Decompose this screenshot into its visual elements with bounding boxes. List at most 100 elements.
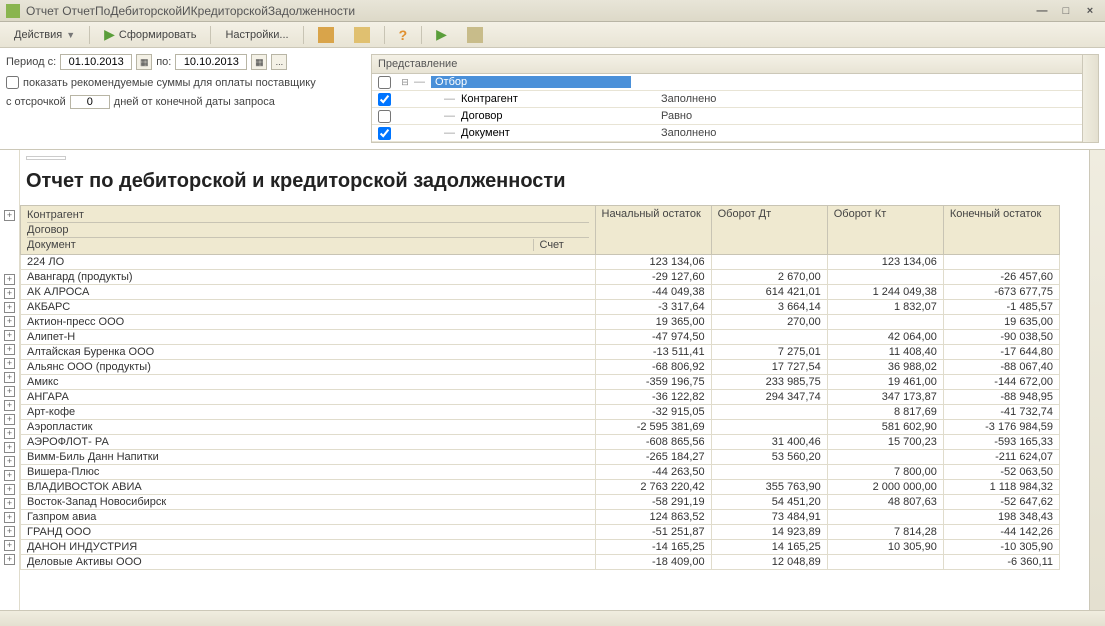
row-expand-icon[interactable]: + — [4, 344, 15, 355]
cell-close: -673 677,75 — [943, 285, 1059, 300]
table-row[interactable]: ГРАНД ООО-51 251,8714 923,897 814,28-44 … — [21, 525, 1060, 540]
row-expand-icon[interactable]: + — [4, 316, 15, 327]
cell-open: -18 409,00 — [595, 555, 711, 570]
selection-checkbox[interactable] — [378, 110, 391, 123]
row-expand-icon[interactable]: + — [4, 442, 15, 453]
row-expand-icon[interactable]: + — [4, 484, 15, 495]
row-expand-icon[interactable]: + — [4, 288, 15, 299]
calendar-from-icon[interactable]: ▦ — [136, 54, 152, 70]
table-row[interactable]: Аэропластик-2 595 381,69581 602,90-3 176… — [21, 420, 1060, 435]
selection-row[interactable]: ⊟—Отбор — [372, 74, 1082, 91]
table-row[interactable]: Деловые Активы ООО-18 409,0012 048,89-6 … — [21, 555, 1060, 570]
cell-dt — [711, 465, 827, 480]
table-row[interactable]: Алипет-Н-47 974,5042 064,00-90 038,50 — [21, 330, 1060, 345]
actions-menu[interactable]: Действия▼ — [6, 27, 83, 43]
row-expand-icon[interactable]: + — [4, 386, 15, 397]
cell-close: -88 067,40 — [943, 360, 1059, 375]
row-expand-icon[interactable]: + — [4, 470, 15, 481]
expand-all-icon[interactable]: + — [4, 210, 15, 221]
row-expand-icon[interactable]: + — [4, 274, 15, 285]
cell-kt: 8 817,69 — [827, 405, 943, 420]
cell-open: -44 263,50 — [595, 465, 711, 480]
close-button[interactable]: × — [1081, 4, 1099, 18]
row-expand-icon[interactable]: + — [4, 526, 15, 537]
selection-name: Отбор — [431, 76, 631, 88]
cell-open: -265 184,27 — [595, 450, 711, 465]
report-title: Отчет по дебиторской и кредиторской задо… — [20, 160, 1089, 205]
cell-dt: 294 347,74 — [711, 390, 827, 405]
window-title: Отчет ОтчетПоДебиторскойИКредиторскойЗад… — [26, 4, 1033, 18]
date-from-input[interactable] — [60, 54, 132, 70]
date-to-input[interactable] — [175, 54, 247, 70]
row-expand-icon[interactable]: + — [4, 540, 15, 551]
cell-dt: 7 275,01 — [711, 345, 827, 360]
row-expand-icon[interactable]: + — [4, 358, 15, 369]
table-row[interactable]: Актион-пресс ООО19 365,00270,0019 635,00 — [21, 315, 1060, 330]
table-row[interactable]: АЭРОФЛОТ- РА-608 865,5631 400,4615 700,2… — [21, 435, 1060, 450]
cell-name: Аэропластик — [21, 420, 596, 435]
table-row[interactable]: ДАНОН ИНДУСТРИЯ-14 165,2514 165,2510 305… — [21, 540, 1060, 555]
row-expand-icon[interactable]: + — [4, 400, 15, 411]
cell-kt — [827, 315, 943, 330]
cell-open: -13 511,41 — [595, 345, 711, 360]
table-row[interactable]: Вимм-Биль Данн Напитки-265 184,2753 560,… — [21, 450, 1060, 465]
table-row[interactable]: АК АЛРОСА-44 049,38614 421,011 244 049,3… — [21, 285, 1060, 300]
selection-row[interactable]: —КонтрагентЗаполнено — [372, 91, 1082, 108]
table-row[interactable]: АНГАРА-36 122,82294 347,74347 173,87-88 … — [21, 390, 1060, 405]
tool-icon-2[interactable] — [346, 25, 378, 45]
cell-close: -3 176 984,59 — [943, 420, 1059, 435]
selection-condition: Равно — [661, 110, 1082, 122]
calendar-to-icon[interactable]: ▦ — [251, 54, 267, 70]
maximize-button[interactable]: □ — [1057, 4, 1075, 18]
selection-row[interactable]: —ДокументЗаполнено — [372, 125, 1082, 142]
table-row[interactable]: Амикс-359 196,75233 985,7519 461,00-144 … — [21, 375, 1060, 390]
table-row[interactable]: Алтайская Буренка ООО-13 511,417 275,011… — [21, 345, 1060, 360]
row-expand-icon[interactable]: + — [4, 554, 15, 565]
cell-open: -47 974,50 — [595, 330, 711, 345]
table-row[interactable]: Альянс ООО (продукты)-68 806,9217 727,54… — [21, 360, 1060, 375]
minimize-button[interactable]: — — [1033, 4, 1051, 18]
row-expand-icon[interactable]: + — [4, 498, 15, 509]
selection-checkbox[interactable] — [378, 127, 391, 140]
row-expand-icon[interactable]: + — [4, 456, 15, 467]
table-row[interactable]: Арт-кофе-32 915,058 817,69-41 732,74 — [21, 405, 1060, 420]
table-row[interactable]: Авангард (продукты)-29 127,602 670,00-26… — [21, 270, 1060, 285]
hdr-contract: Договор — [27, 223, 589, 238]
tool-icon-3[interactable] — [459, 25, 491, 45]
cell-dt: 614 421,01 — [711, 285, 827, 300]
cell-dt — [711, 255, 827, 270]
table-row[interactable]: 224 ЛО123 134,06123 134,06 — [21, 255, 1060, 270]
row-expand-icon[interactable]: + — [4, 512, 15, 523]
table-row[interactable]: Газпром авиа124 863,5273 484,91198 348,4… — [21, 510, 1060, 525]
horizontal-scrollbar[interactable] — [0, 610, 1105, 626]
cell-open: -359 196,75 — [595, 375, 711, 390]
tool-icon-1[interactable] — [310, 25, 342, 45]
selection-checkbox[interactable] — [378, 93, 391, 106]
run-button[interactable]: ▶ — [428, 24, 455, 45]
settings-button[interactable]: Настройки... — [217, 27, 296, 43]
row-expand-icon[interactable]: + — [4, 428, 15, 439]
row-expand-icon[interactable]: + — [4, 330, 15, 341]
delay-days-input[interactable] — [70, 95, 110, 109]
generate-button[interactable]: ▶Сформировать — [96, 24, 204, 45]
cell-kt: 42 064,00 — [827, 330, 943, 345]
selection-row[interactable]: —ДоговорРавно — [372, 108, 1082, 125]
cell-name: ДАНОН ИНДУСТРИЯ — [21, 540, 596, 555]
help-button[interactable]: ? — [391, 25, 416, 45]
row-expand-icon[interactable]: + — [4, 302, 15, 313]
expand-icon[interactable]: ⊟ — [396, 77, 414, 88]
period-picker-button[interactable]: ... — [271, 54, 287, 70]
table-row[interactable]: Восток-Запад Новосибирск-58 291,1954 451… — [21, 495, 1060, 510]
vertical-scrollbar[interactable] — [1089, 150, 1105, 610]
selection-checkbox[interactable] — [378, 76, 391, 89]
row-expand-icon[interactable]: + — [4, 372, 15, 383]
show-recommended-checkbox[interactable] — [6, 76, 19, 89]
table-row[interactable]: ВЛАДИВОСТОК АВИА2 763 220,42355 763,902 … — [21, 480, 1060, 495]
cell-name: Актион-пресс ООО — [21, 315, 596, 330]
cell-close: -52 063,50 — [943, 465, 1059, 480]
table-row[interactable]: АКБАРС-3 317,643 664,141 832,07-1 485,57 — [21, 300, 1060, 315]
cell-open: -58 291,19 — [595, 495, 711, 510]
selection-scrollbar[interactable] — [1082, 55, 1098, 142]
table-row[interactable]: Вишера-Плюс-44 263,507 800,00-52 063,50 — [21, 465, 1060, 480]
row-expand-icon[interactable]: + — [4, 414, 15, 425]
